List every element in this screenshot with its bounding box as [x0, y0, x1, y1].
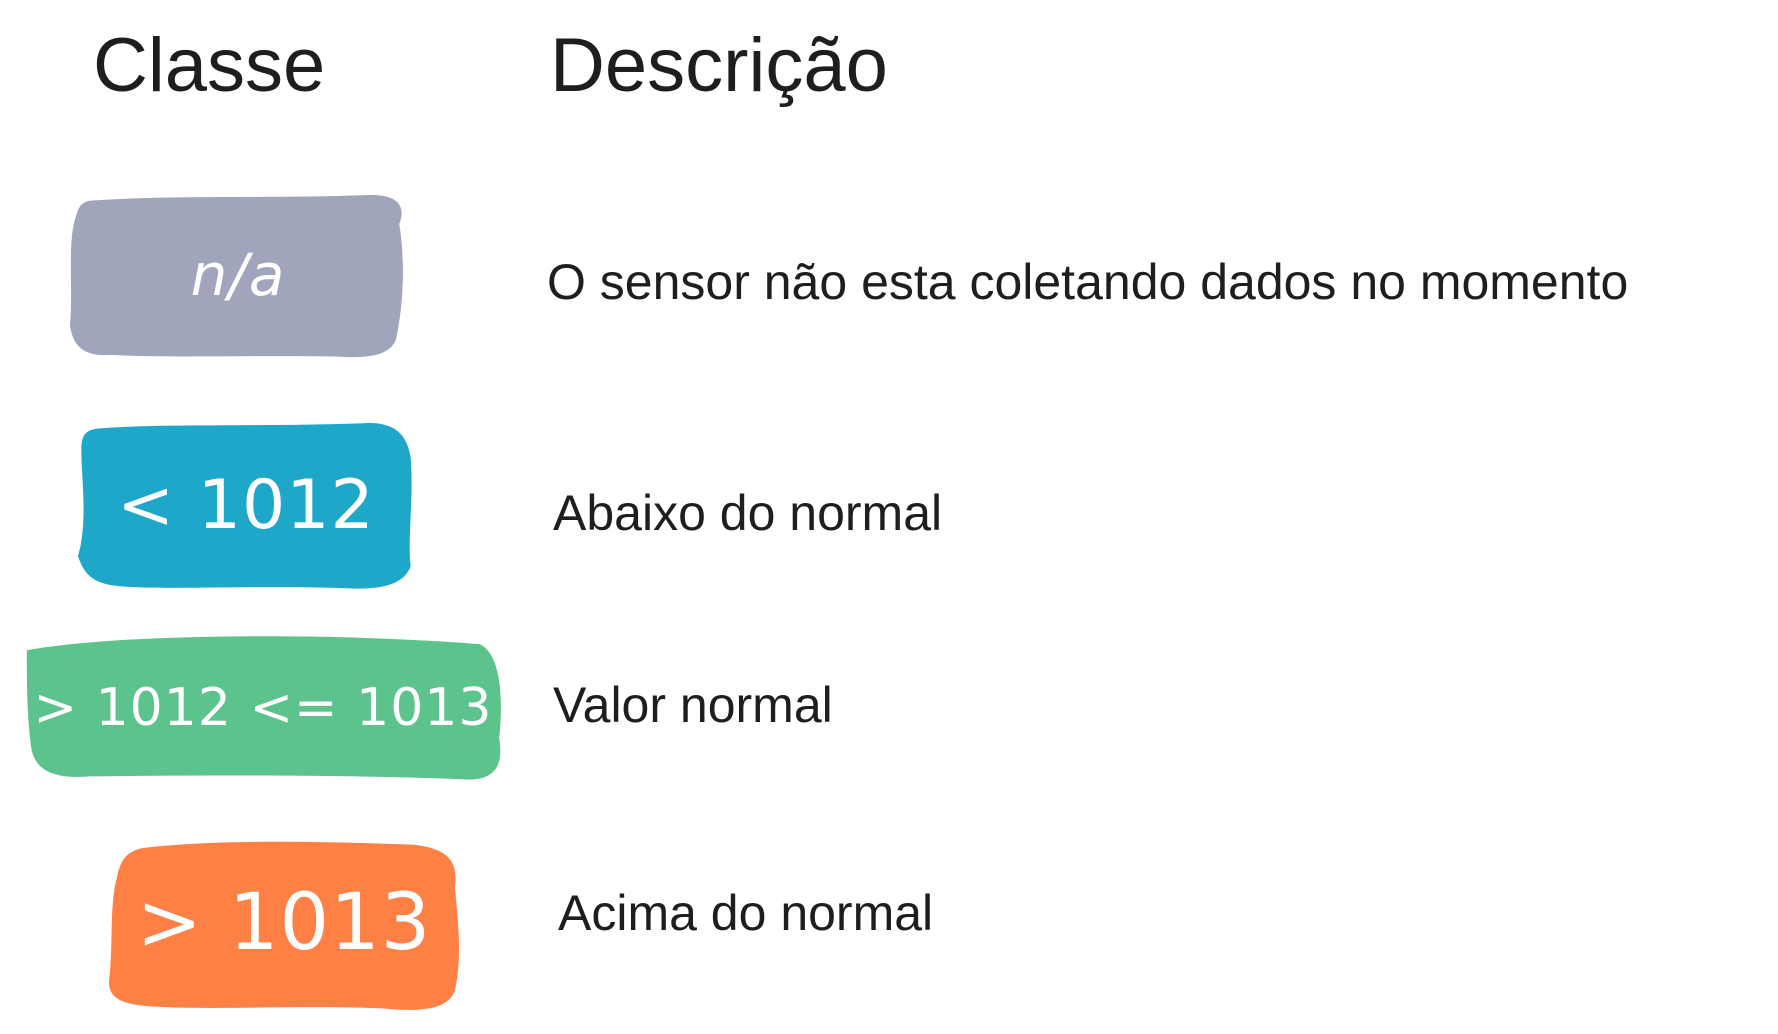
class-description: Valor normal [553, 677, 833, 733]
badge-label: > 1012 <= 1013 [33, 678, 493, 738]
descricao-column-header: Descrição [550, 23, 888, 108]
class-badge-below-1012: < 1012 [78, 420, 414, 590]
class-badge-above-1013: > 1013 [106, 834, 462, 1012]
class-badge-na: n/a [70, 190, 406, 360]
class-description: O sensor não esta coletando dados no mom… [547, 254, 1629, 310]
badge-label: > 1013 [136, 878, 432, 968]
class-description: Acima do normal [558, 885, 934, 941]
badge-label: n/a [190, 241, 286, 309]
classe-column-header: Classe [93, 23, 326, 108]
class-description: Abaixo do normal [553, 485, 943, 541]
badge-label: < 1012 [117, 465, 375, 545]
class-badge-normal: > 1012 <= 1013 [22, 632, 504, 784]
